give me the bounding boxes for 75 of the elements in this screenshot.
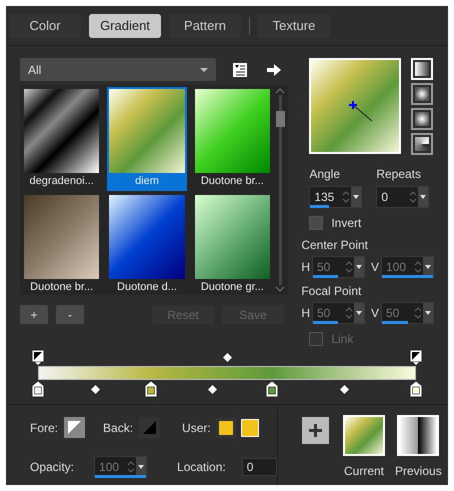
midpoint-marker[interactable] bbox=[208, 385, 217, 394]
back-label: Back: bbox=[103, 420, 134, 436]
add-gradient-button[interactable] bbox=[302, 417, 329, 444]
midpoint-marker[interactable] bbox=[90, 385, 100, 394]
color-stop[interactable] bbox=[32, 381, 44, 397]
gradient-tile[interactable]: Duotone gr... bbox=[192, 193, 272, 297]
h-label: H bbox=[301, 259, 310, 276]
dropdown-icon[interactable] bbox=[351, 187, 362, 207]
arrow-right-icon[interactable] bbox=[266, 62, 282, 76]
gradient-type-button[interactable] bbox=[411, 83, 434, 105]
v-label: V bbox=[370, 259, 379, 276]
user-color-swatch[interactable] bbox=[218, 420, 233, 434]
gradient-name: Duotone d... bbox=[116, 280, 178, 295]
gradient-type-button[interactable] bbox=[411, 108, 434, 130]
previous-swatch bbox=[397, 415, 440, 456]
tab[interactable]: Gradient bbox=[89, 14, 161, 38]
opacity-stop[interactable] bbox=[32, 350, 44, 366]
tab[interactable]: Pattern bbox=[169, 14, 241, 38]
scroll-up-icon[interactable] bbox=[275, 87, 285, 95]
gradient-name: diem bbox=[134, 174, 160, 189]
location-label: Location: bbox=[177, 459, 226, 476]
field-value: 135 bbox=[313, 189, 336, 206]
checkbox-label: Invert bbox=[331, 215, 362, 232]
tab[interactable]: Color bbox=[9, 14, 81, 38]
section-label: Focal Point bbox=[301, 283, 362, 300]
remove-button[interactable]: - bbox=[56, 305, 84, 324]
gradient-type-button[interactable] bbox=[411, 133, 434, 155]
add-button[interactable]: + bbox=[20, 305, 48, 324]
location-field[interactable]: 0 bbox=[242, 458, 277, 476]
spin-field[interactable]: 135 bbox=[309, 186, 362, 208]
gradient-name: Duotone br... bbox=[29, 280, 94, 295]
gradient-tile[interactable]: degradenoi... bbox=[22, 87, 102, 191]
gradient-tile[interactable]: diem bbox=[107, 87, 187, 191]
color-stop[interactable] bbox=[266, 381, 278, 397]
scroll-down-icon[interactable] bbox=[275, 285, 285, 293]
section-label: Center Point bbox=[301, 237, 370, 254]
spin-field[interactable]: 0 bbox=[376, 186, 430, 208]
field-value: 0 bbox=[380, 189, 389, 206]
checkbox-label: Link bbox=[331, 331, 354, 348]
user-label: User: bbox=[182, 420, 211, 436]
gradient-name: degradenoi... bbox=[28, 174, 95, 189]
fore-label: Fore: bbox=[30, 420, 58, 436]
current-label: Current bbox=[344, 463, 384, 480]
repeats-label: Repeats bbox=[376, 166, 422, 183]
v-label: V bbox=[370, 305, 379, 322]
opacity-label: Opacity: bbox=[30, 459, 74, 476]
dropdown-icon[interactable] bbox=[418, 187, 428, 207]
midpoint-marker[interactable] bbox=[223, 353, 232, 362]
tab[interactable]: Texture bbox=[258, 14, 330, 38]
gradient-tile[interactable]: Duotone d... bbox=[107, 193, 187, 297]
gradient-tile[interactable]: Duotone br... bbox=[22, 193, 102, 297]
gradient-name: Duotone br... bbox=[200, 174, 265, 189]
color-stop[interactable] bbox=[410, 381, 422, 397]
field-value: 100 bbox=[98, 459, 120, 476]
color-stop[interactable] bbox=[145, 381, 158, 397]
filter-dropdown[interactable]: All bbox=[20, 58, 216, 81]
field-value: 50 bbox=[385, 305, 400, 322]
fore-style-icon[interactable] bbox=[64, 417, 86, 438]
midpoint-marker[interactable] bbox=[340, 385, 350, 394]
field-value: 100 bbox=[385, 259, 408, 276]
current-swatch bbox=[343, 415, 385, 456]
plus-icon bbox=[309, 424, 322, 437]
h-label: H bbox=[301, 305, 310, 322]
gradient-preview[interactable] bbox=[309, 58, 402, 154]
gradient-tile[interactable]: Duotone br... bbox=[192, 87, 272, 191]
field-value: 50 bbox=[316, 259, 332, 276]
angle-label: Angle bbox=[309, 166, 342, 183]
checkbox[interactable] bbox=[309, 216, 324, 230]
opacity-stop[interactable] bbox=[410, 350, 422, 366]
field-value: 50 bbox=[316, 305, 332, 322]
list-view-icon[interactable] bbox=[232, 62, 248, 78]
previous-label: Previous bbox=[395, 463, 442, 480]
user-color-swatch[interactable] bbox=[240, 418, 259, 436]
gradient-name: Duotone gr... bbox=[200, 280, 265, 295]
scrollbar-thumb[interactable] bbox=[276, 111, 284, 127]
